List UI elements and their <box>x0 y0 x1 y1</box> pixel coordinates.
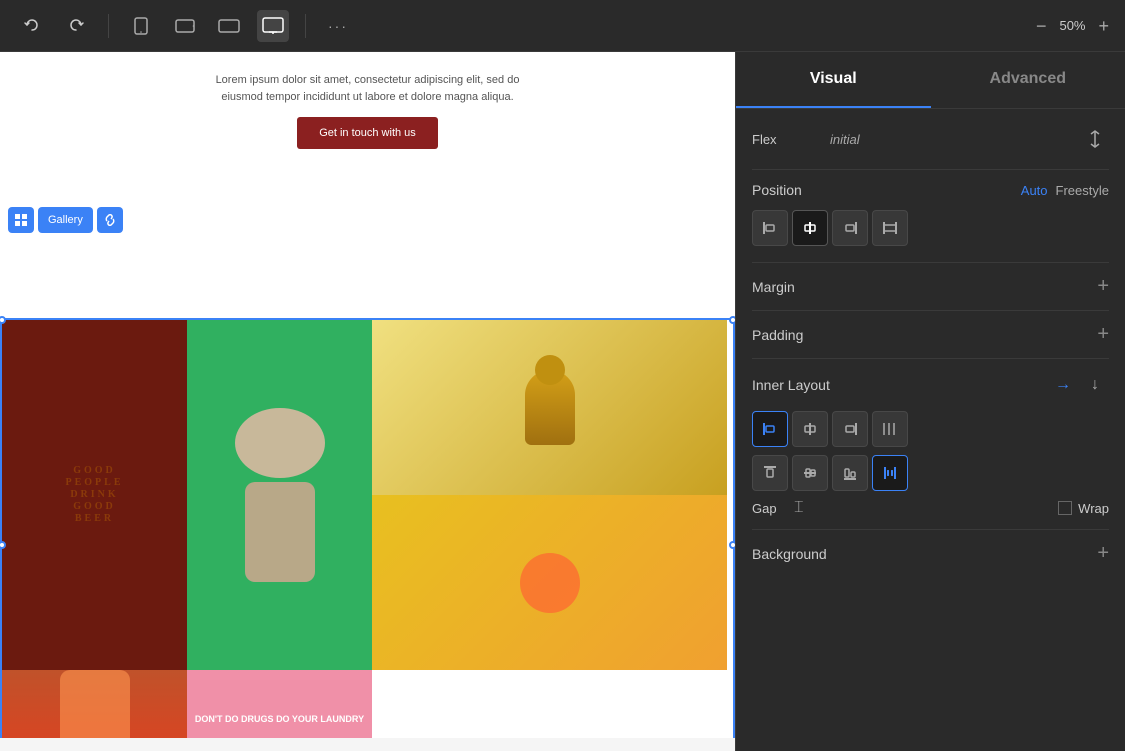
inner-align-row1 <box>752 411 1109 447</box>
gallery-grid-icon[interactable] <box>8 207 34 233</box>
canvas-content: Lorem ipsum dolor sit amet, consectetur … <box>0 52 735 751</box>
inner-align-cols-btn[interactable] <box>872 411 908 447</box>
flex-toggle-btn[interactable] <box>1081 125 1109 153</box>
inner-layout-label: Inner Layout <box>752 377 830 393</box>
tablet-large-view-button[interactable] <box>213 10 245 42</box>
position-label: Position <box>752 182 1013 198</box>
our-services-bar: OUR SERVICES <box>0 738 735 751</box>
inner-align-right-btn[interactable] <box>832 411 868 447</box>
tab-advanced[interactable]: Advanced <box>931 52 1125 108</box>
background-label: Background <box>752 546 827 562</box>
separator-2 <box>305 14 306 38</box>
position-auto[interactable]: Auto <box>1021 183 1048 198</box>
gap-cursor-icon: ⌶ <box>794 499 804 517</box>
inner-layout-section: Inner Layout → ↓ <box>752 358 1109 411</box>
align-center-btn[interactable] <box>792 210 828 246</box>
mobile-view-button[interactable] <box>125 10 157 42</box>
gallery-cell-dog <box>187 320 372 670</box>
tab-visual[interactable]: Visual <box>736 52 931 108</box>
align-left-btn[interactable] <box>752 210 788 246</box>
redo-button[interactable] <box>60 10 92 42</box>
position-section-header: Position Auto Freestyle <box>752 169 1109 210</box>
margin-section[interactable]: Margin + <box>752 262 1109 310</box>
flex-value: initial <box>830 132 860 147</box>
gallery-link-icon[interactable] <box>97 207 123 233</box>
zoom-out-button[interactable]: − <box>1036 17 1047 35</box>
main-area: Lorem ipsum dolor sit amet, consectetur … <box>0 52 1125 751</box>
toolbar: ··· − 50% + <box>0 0 1125 52</box>
margin-plus-icon: + <box>1097 275 1109 298</box>
flex-row: Flex initial <box>752 125 1109 153</box>
background-section[interactable]: Background + <box>752 529 1109 577</box>
zoom-in-button[interactable]: + <box>1098 17 1109 35</box>
cta-button[interactable]: Get in touch with us <box>297 117 438 149</box>
gallery-cell-statue <box>372 320 727 495</box>
inner-valign-bottom-btn[interactable] <box>832 455 868 491</box>
align-stretch-btn[interactable] <box>872 210 908 246</box>
padding-section[interactable]: Padding + <box>752 310 1109 358</box>
tablet-view-button[interactable] <box>169 10 201 42</box>
right-panel: Visual Advanced Flex initial Pos <box>735 52 1125 751</box>
gallery-grid: GOODPEOPLEDRINKGOODBEER <box>0 318 735 751</box>
handle-top-right[interactable] <box>729 316 735 324</box>
gap-row: Gap ⌶ Wrap <box>752 499 1109 517</box>
gallery-toolbar: Gallery <box>8 207 123 233</box>
panel-tabs: Visual Advanced <box>736 52 1125 109</box>
padding-label: Padding <box>752 327 803 343</box>
undo-button[interactable] <box>16 10 48 42</box>
handle-mid-right[interactable] <box>729 541 735 549</box>
align-right-btn[interactable] <box>832 210 868 246</box>
position-freestyle[interactable]: Freestyle <box>1056 183 1109 198</box>
gallery-cell-food <box>372 495 727 670</box>
gallery-label-button[interactable]: Gallery <box>38 207 93 233</box>
inner-align-row2 <box>752 455 1109 491</box>
position-align-grid <box>752 210 1109 246</box>
direction-down-btn[interactable]: ↓ <box>1081 371 1109 399</box>
inner-valign-middle-btn[interactable] <box>792 455 828 491</box>
margin-label: Margin <box>752 279 795 295</box>
inner-align-left-btn[interactable] <box>752 411 788 447</box>
flex-label: Flex <box>752 132 822 147</box>
inner-layout-direction-controls: → ↓ <box>1049 371 1109 399</box>
wrap-group: Wrap <box>1058 501 1109 516</box>
canvas-area[interactable]: Lorem ipsum dolor sit amet, consectetur … <box>0 52 735 751</box>
wrap-checkbox[interactable] <box>1058 501 1072 515</box>
desktop-view-button[interactable] <box>257 10 289 42</box>
wrap-label: Wrap <box>1078 501 1109 516</box>
direction-right-btn[interactable]: → <box>1049 371 1077 399</box>
background-plus-icon: + <box>1097 542 1109 565</box>
panel-content: Flex initial Position Auto Freestyle <box>736 109 1125 751</box>
hero-text: Lorem ipsum dolor sit amet, consectetur … <box>208 72 528 105</box>
padding-plus-icon: + <box>1097 323 1109 346</box>
inner-align-center-btn[interactable] <box>792 411 828 447</box>
separator-1 <box>108 14 109 38</box>
inner-valign-top-btn[interactable] <box>752 455 788 491</box>
zoom-controls: − 50% + <box>1036 17 1109 35</box>
hero-section: Lorem ipsum dolor sit amet, consectetur … <box>0 52 735 165</box>
inner-valign-spread-btn[interactable] <box>872 455 908 491</box>
zoom-level: 50% <box>1054 18 1090 33</box>
gallery-cell-beer: GOODPEOPLEDRINKGOODBEER <box>2 320 187 670</box>
position-row: Position Auto Freestyle <box>752 182 1109 198</box>
more-options-button[interactable]: ··· <box>322 10 354 42</box>
gap-label: Gap <box>752 501 782 516</box>
sign-text: DON'T DO DRUGS DO YOUR LAUNDRY <box>195 713 364 727</box>
